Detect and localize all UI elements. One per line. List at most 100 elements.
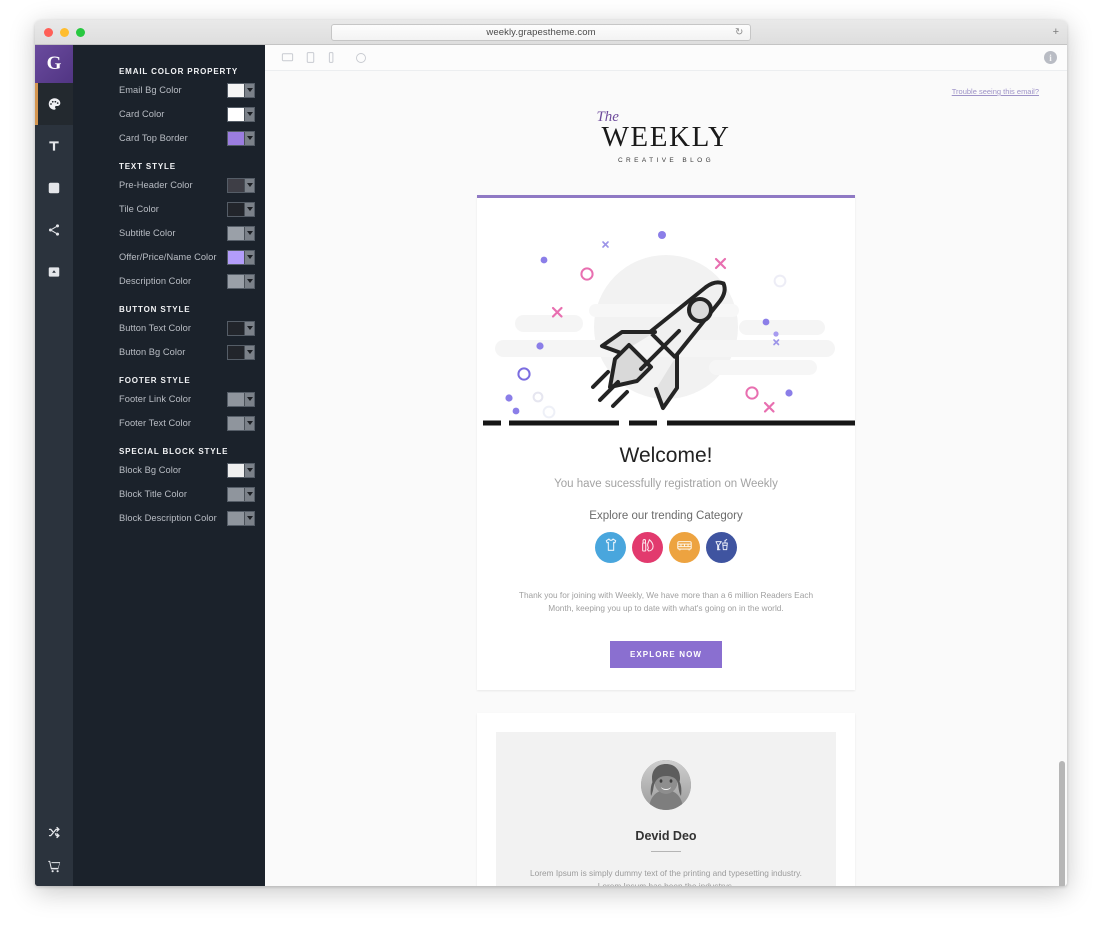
desktop-icon[interactable] <box>281 51 294 64</box>
color-swatch <box>228 392 245 406</box>
share-icon <box>47 223 61 237</box>
email-welcome-card: Welcome! You have sucessfully registrati… <box>477 195 855 690</box>
window-close-button[interactable] <box>44 28 53 37</box>
chevron-down-icon[interactable] <box>245 345 254 359</box>
color-picker[interactable] <box>227 320 255 336</box>
browser-window: weekly.grapestheme.com ↻ + G EMAIL COLOR… <box>35 20 1067 886</box>
color-swatch <box>228 178 245 192</box>
color-picker[interactable] <box>227 82 255 98</box>
color-swatch <box>228 202 245 216</box>
property-row: Block Description Color <box>73 506 265 530</box>
color-swatch <box>228 345 245 359</box>
color-picker[interactable] <box>227 249 255 265</box>
shuffle-icon <box>47 825 62 845</box>
chevron-down-icon[interactable] <box>245 416 254 430</box>
property-row: Card Color <box>73 102 265 126</box>
rail-item-share[interactable] <box>35 209 73 251</box>
rail-item-cart[interactable] <box>35 852 73 886</box>
icon-rail: G <box>35 45 73 886</box>
color-swatch <box>228 274 245 288</box>
email-logo: The WEEKLY CREATIVE BLOG <box>265 99 1067 195</box>
section-title: BUTTON STYLE <box>119 305 191 314</box>
chevron-down-icon[interactable] <box>245 392 254 406</box>
chevron-down-icon[interactable] <box>245 511 254 525</box>
chevron-down-icon[interactable] <box>245 463 254 477</box>
rail-item-palette[interactable] <box>35 83 73 125</box>
category-beauty[interactable] <box>632 532 663 563</box>
property-row: Card Top Border <box>73 126 265 150</box>
category-travel[interactable] <box>669 532 700 563</box>
rail-item-shuffle[interactable] <box>35 818 73 852</box>
window-maximize-button[interactable] <box>76 28 85 37</box>
color-picker[interactable] <box>227 391 255 407</box>
property-label: Email Bg Color <box>119 85 182 95</box>
color-picker[interactable] <box>227 177 255 193</box>
explore-now-button[interactable]: EXPLORE NOW <box>609 640 723 668</box>
chevron-down-icon[interactable] <box>245 274 254 288</box>
email-preheader: Trouble seeing this email? <box>265 71 1067 99</box>
color-swatch <box>228 511 245 525</box>
welcome-subtitle: You have sucessfully registration on Wee… <box>554 478 778 490</box>
window-minimize-button[interactable] <box>60 28 69 37</box>
rail-item-assets[interactable] <box>35 251 73 293</box>
rail-item-blocks[interactable] <box>35 167 73 209</box>
profile-description: Lorem Ipsum is simply dummy text of the … <box>530 867 802 886</box>
profile-name: Devid Deo <box>635 828 697 843</box>
trouble-seeing-link[interactable]: Trouble seeing this email? <box>952 87 1039 96</box>
color-picker[interactable] <box>227 415 255 431</box>
property-row: Tile Color <box>73 197 265 221</box>
color-picker[interactable] <box>227 225 255 241</box>
chevron-down-icon[interactable] <box>245 321 254 335</box>
color-picker[interactable] <box>227 462 255 478</box>
profile-divider <box>651 850 681 852</box>
explore-category-label: Explore our trending Category <box>589 510 743 522</box>
mobile-icon[interactable] <box>327 51 335 64</box>
tablet-icon[interactable] <box>305 51 316 64</box>
color-picker[interactable] <box>227 510 255 526</box>
color-swatch <box>228 131 245 145</box>
chevron-down-icon[interactable] <box>245 107 254 121</box>
text-icon <box>47 139 61 153</box>
color-swatch <box>228 250 245 264</box>
property-row: Button Bg Color <box>73 340 265 364</box>
tshirt-icon <box>603 537 619 558</box>
editor-root: G EMAIL COLOR PROPERTY Email Bg Color Ca… <box>35 45 1067 886</box>
chevron-down-icon[interactable] <box>245 250 254 264</box>
reload-icon[interactable]: ↻ <box>735 28 745 38</box>
property-label: Block Description Color <box>119 513 217 523</box>
rail-item-text[interactable] <box>35 125 73 167</box>
chevron-down-icon[interactable] <box>245 226 254 240</box>
color-swatch <box>228 226 245 240</box>
email-profile-card: Devid Deo Lorem Ipsum is simply dummy te… <box>477 712 855 886</box>
profile-inner-block: Devid Deo Lorem Ipsum is simply dummy te… <box>496 731 836 886</box>
color-picker[interactable] <box>227 486 255 502</box>
chevron-down-icon[interactable] <box>245 131 254 145</box>
property-row: Footer Link Color <box>73 387 265 411</box>
address-bar[interactable]: weekly.grapestheme.com ↻ <box>331 24 751 41</box>
style-manager-panel: EMAIL COLOR PROPERTY Email Bg Color Card… <box>73 45 265 886</box>
color-picker[interactable] <box>227 130 255 146</box>
chevron-down-icon[interactable] <box>245 178 254 192</box>
category-fashion[interactable] <box>595 532 626 563</box>
chevron-down-icon[interactable] <box>245 202 254 216</box>
property-label: Tile Color <box>119 204 159 214</box>
color-picker[interactable] <box>227 273 255 289</box>
category-food[interactable] <box>706 532 737 563</box>
chevron-down-icon[interactable] <box>245 83 254 97</box>
new-tab-icon[interactable]: + <box>1053 26 1059 38</box>
chevron-down-icon[interactable] <box>245 487 254 501</box>
color-swatch <box>228 321 245 335</box>
color-picker[interactable] <box>227 201 255 217</box>
canvas-toolbar: i <box>265 45 1067 71</box>
property-label: Block Title Color <box>119 489 188 499</box>
canvas-scrollbar[interactable] <box>1059 761 1065 886</box>
preview-icon[interactable] <box>355 52 367 64</box>
property-label: Offer/Price/Name Color <box>119 252 217 262</box>
color-picker[interactable] <box>227 344 255 360</box>
property-row: Button Text Color <box>73 316 265 340</box>
section-title: EMAIL COLOR PROPERTY <box>119 67 239 76</box>
info-icon[interactable]: i <box>1044 51 1057 64</box>
brand-logo[interactable]: G <box>35 45 73 83</box>
canvas-scroll-region[interactable]: Trouble seeing this email? The WEEKLY CR… <box>265 71 1067 886</box>
color-picker[interactable] <box>227 106 255 122</box>
